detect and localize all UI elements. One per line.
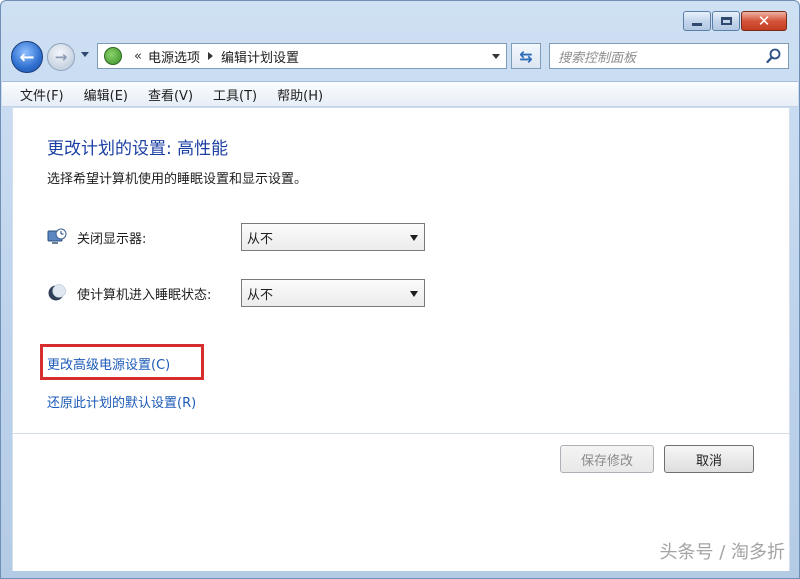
close-icon: ✕ — [757, 11, 771, 30]
watermark-text: 头条号 / 淘多折 — [659, 542, 785, 563]
forward-button[interactable]: → — [47, 43, 75, 71]
advanced-power-settings-link[interactable]: 更改高级电源设置(C) — [47, 354, 170, 373]
cancel-button-label: 取消 — [695, 453, 722, 469]
address-dropdown-icon[interactable] — [492, 54, 500, 59]
display-off-label: 关闭显示器: — [77, 231, 147, 247]
forward-arrow-icon: → — [54, 48, 68, 66]
minimize-button[interactable] — [683, 11, 711, 31]
control-panel-icon — [104, 47, 122, 65]
menu-edit[interactable]: 编辑(E) — [84, 85, 128, 104]
caption-buttons: ✕ — [683, 11, 787, 31]
setting-row-display: 关闭显示器: 从不 — [47, 222, 425, 252]
display-off-value: 从不 — [247, 231, 274, 247]
content-pane: 更改计划的设置: 高性能 选择希望计算机使用的睡眠设置和显示设置。 关闭显示器:… — [12, 108, 790, 571]
search-icon[interactable] — [766, 48, 782, 64]
cancel-button[interactable]: 取消 — [664, 445, 754, 473]
menu-tools[interactable]: 工具(T) — [213, 85, 257, 104]
refresh-icon: ⇆ — [519, 46, 533, 66]
sleep-select[interactable]: 从不 — [241, 279, 425, 307]
moon-icon — [48, 284, 66, 301]
divider — [13, 433, 789, 434]
refresh-button[interactable]: ⇆ — [511, 43, 541, 69]
menu-file[interactable]: 文件(F) — [20, 85, 64, 104]
maximize-icon — [720, 17, 732, 25]
sleep-label: 使计算机进入睡眠状态: — [77, 287, 212, 303]
back-arrow-icon: ← — [19, 46, 35, 68]
save-button-label: 保存修改 — [580, 453, 633, 469]
recent-pages-dropdown[interactable] — [81, 52, 89, 57]
monitor-clock-icon — [47, 228, 67, 244]
save-button[interactable]: 保存修改 — [560, 445, 654, 473]
control-panel-window: ✕ ← → « 电源选项 编辑计划设置 ⇆ 搜索控制面板 文件(F) 编辑(E)… — [0, 0, 800, 579]
setting-row-sleep: 使计算机进入睡眠状态: 从不 — [47, 278, 425, 308]
chevron-down-icon — [410, 235, 418, 241]
search-input[interactable]: 搜索控制面板 — [558, 47, 636, 66]
chevron-down-icon — [410, 291, 418, 297]
page-title: 更改计划的设置: 高性能 — [47, 139, 229, 159]
breadcrumb-power-options[interactable]: 电源选项 — [148, 47, 200, 66]
navigation-bar: ← → « 电源选项 编辑计划设置 ⇆ 搜索控制面板 — [11, 39, 791, 75]
address-bar[interactable]: « 电源选项 编辑计划设置 — [97, 43, 507, 69]
menu-view[interactable]: 查看(V) — [148, 85, 193, 104]
close-button[interactable]: ✕ — [741, 11, 787, 31]
restore-defaults-link[interactable]: 还原此计划的默认设置(R) — [47, 392, 196, 411]
search-box[interactable]: 搜索控制面板 — [549, 43, 789, 69]
minimize-icon — [692, 22, 702, 26]
sleep-value: 从不 — [247, 287, 274, 303]
menu-bar: 文件(F) 编辑(E) 查看(V) 工具(T) 帮助(H) — [2, 81, 798, 107]
address-overflow[interactable]: « — [134, 49, 142, 64]
maximize-button[interactable] — [712, 11, 740, 31]
display-off-select[interactable]: 从不 — [241, 223, 425, 251]
back-button[interactable]: ← — [11, 41, 43, 73]
breadcrumb-edit-plan[interactable]: 编辑计划设置 — [221, 47, 299, 66]
page-subtitle: 选择希望计算机使用的睡眠设置和显示设置。 — [47, 172, 308, 187]
menu-help[interactable]: 帮助(H) — [277, 85, 323, 104]
breadcrumb-separator-icon[interactable] — [207, 52, 213, 60]
